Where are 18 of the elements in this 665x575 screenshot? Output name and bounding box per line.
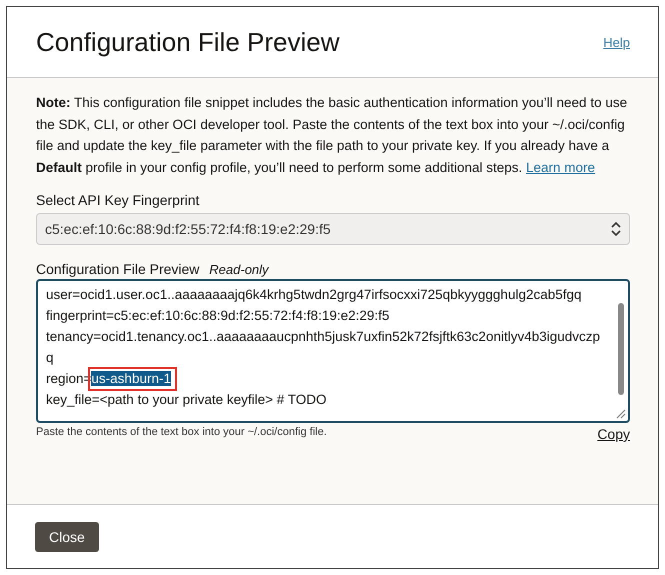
read-only-label: Read-only [209, 262, 269, 277]
field-label: Select API Key Fingerprint [36, 192, 200, 208]
dialog-title: Configuration File Preview [36, 26, 340, 58]
config-line: user=ocid1.user.oc1..aaaaaaaajq6k4krhg5twdn2grg47irfsocxxi725qbkyyggghulg2cab5fgq [46, 286, 583, 304]
config-preview-field[interactable] [36, 279, 630, 423]
learn-more-link[interactable]: Learn more [526, 160, 596, 174]
resize-grip-icon[interactable] [616, 409, 626, 419]
help-link[interactable]: Help [603, 34, 630, 50]
scrollbar-thumb[interactable] [618, 303, 624, 395]
note-text: Note: This configuration file snippet includes the basic authentication information you’ll need to use the SDK, CLI, or other OCI developer tool. Paste the contents of the text box into your ~/.oci/config file and update the key_file parameter with the file path to your private key. If you already have a Default profile in your config profile, you’ll need to perform some additional steps. Learn more [36, 94, 628, 177]
fingerprint-select[interactable]: c5:ec:ef:10:6c:88:9d:f2:55:72:f4:f8:19:e2:29:f5 [36, 213, 630, 245]
chevron-updown-icon [611, 221, 621, 237]
hint-text: Paste the contents of the text box into your ~/.oci/config file. [36, 426, 327, 438]
field-label: Configuration File Preview [36, 261, 200, 277]
close-button[interactable]: Close [35, 522, 99, 552]
config-line: fingerprint=c5:ec:ef:10:6c:88:9d:f2:55:72:f4:f8:19:e2:29:f5 [46, 307, 390, 325]
config-line: key_file=<path to your private keyfile> # TODO [46, 391, 328, 409]
copy-link[interactable]: Copy [597, 426, 630, 442]
